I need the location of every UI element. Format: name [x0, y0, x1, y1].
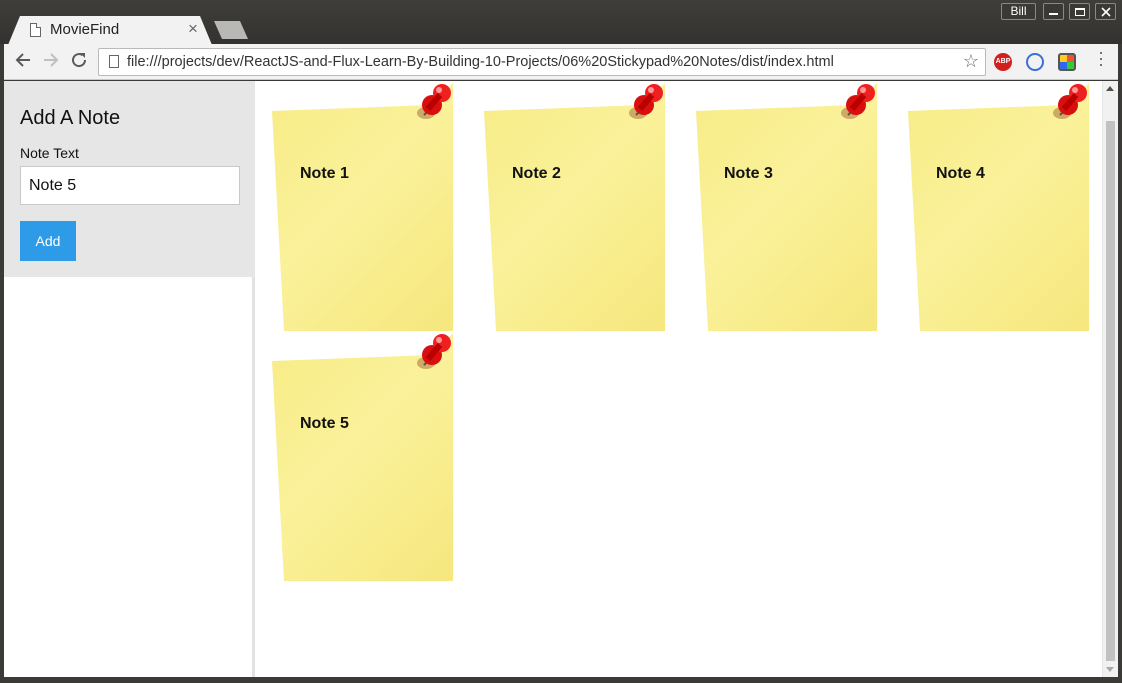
- pushpin-icon: [841, 84, 875, 119]
- back-button[interactable]: [12, 51, 34, 73]
- arrow-right-icon: [44, 53, 59, 67]
- maximize-icon: [1074, 8, 1085, 16]
- note-text: Note 4: [936, 165, 985, 182]
- add-button[interactable]: Add: [20, 221, 76, 261]
- scroll-down-arrow-icon[interactable]: [1106, 667, 1114, 672]
- profile-button[interactable]: Bill: [1001, 3, 1036, 20]
- sidebar: Add A Note Note Text Add: [4, 81, 255, 677]
- note-text: Note 2: [512, 165, 561, 182]
- vertical-scrollbar[interactable]: [1102, 81, 1118, 677]
- pushpin-icon: [629, 84, 663, 119]
- reload-button[interactable]: [68, 51, 90, 73]
- note-text: Note 5: [300, 415, 349, 432]
- scroll-up-arrow-icon[interactable]: [1106, 86, 1114, 91]
- pushpin-icon: [417, 334, 451, 369]
- sticky-note[interactable]: Note 3: [696, 83, 880, 331]
- address-bar[interactable]: file:///projects/dev/ReactJS-and-Flux-Le…: [98, 48, 986, 76]
- sync-icon[interactable]: [1026, 53, 1044, 71]
- note-text-label: Note Text: [20, 145, 79, 161]
- close-window-button[interactable]: [1095, 3, 1116, 20]
- bookmark-star-icon[interactable]: ☆: [963, 51, 979, 72]
- maximize-button[interactable]: [1069, 3, 1090, 20]
- pushpin-icon: [1053, 84, 1087, 119]
- minimize-button[interactable]: [1043, 3, 1064, 20]
- reload-icon: [72, 53, 87, 68]
- new-tab-button[interactable]: [214, 21, 248, 39]
- pushpin-icon: [417, 84, 451, 119]
- colorpicker-icon[interactable]: [1058, 53, 1076, 71]
- note-text: Note 3: [724, 165, 773, 182]
- forward-button[interactable]: [40, 51, 62, 73]
- browser-menu-icon[interactable]: ⋯: [1091, 50, 1111, 68]
- browser-tab[interactable]: MovieFind ×: [8, 16, 212, 45]
- tab-title: MovieFind: [50, 21, 120, 38]
- close-icon: [1100, 7, 1111, 17]
- form-heading: Add A Note: [20, 107, 121, 129]
- sticky-note[interactable]: Note 5: [272, 333, 456, 581]
- tab-close-icon[interactable]: ×: [188, 20, 198, 37]
- add-note-form: Add A Note Note Text Add: [4, 81, 255, 277]
- arrow-left-icon: [15, 53, 30, 67]
- sticky-note[interactable]: Note 4: [908, 83, 1092, 331]
- note-text-input[interactable]: [20, 166, 240, 205]
- note-text: Note 1: [300, 165, 349, 182]
- sticky-note[interactable]: Note 1: [272, 83, 456, 331]
- sticky-note[interactable]: Note 2: [484, 83, 668, 331]
- notes-grid: Note 1 Note 2 Note 3 Note 4 Note 5: [258, 81, 1102, 677]
- url-text[interactable]: file:///projects/dev/ReactJS-and-Flux-Le…: [127, 54, 834, 70]
- abp-icon[interactable]: ABP: [994, 53, 1012, 71]
- scroll-thumb[interactable]: [1106, 121, 1115, 661]
- page-info-icon[interactable]: [109, 55, 119, 68]
- browser-toolbar: file:///projects/dev/ReactJS-and-Flux-Le…: [4, 44, 1118, 80]
- document-icon: [30, 23, 41, 37]
- page-viewport: Add A Note Note Text Add Note 1 Note 2: [4, 81, 1118, 677]
- window-titlebar: MovieFind × Bill: [0, 0, 1122, 45]
- minimize-icon: [1049, 13, 1058, 15]
